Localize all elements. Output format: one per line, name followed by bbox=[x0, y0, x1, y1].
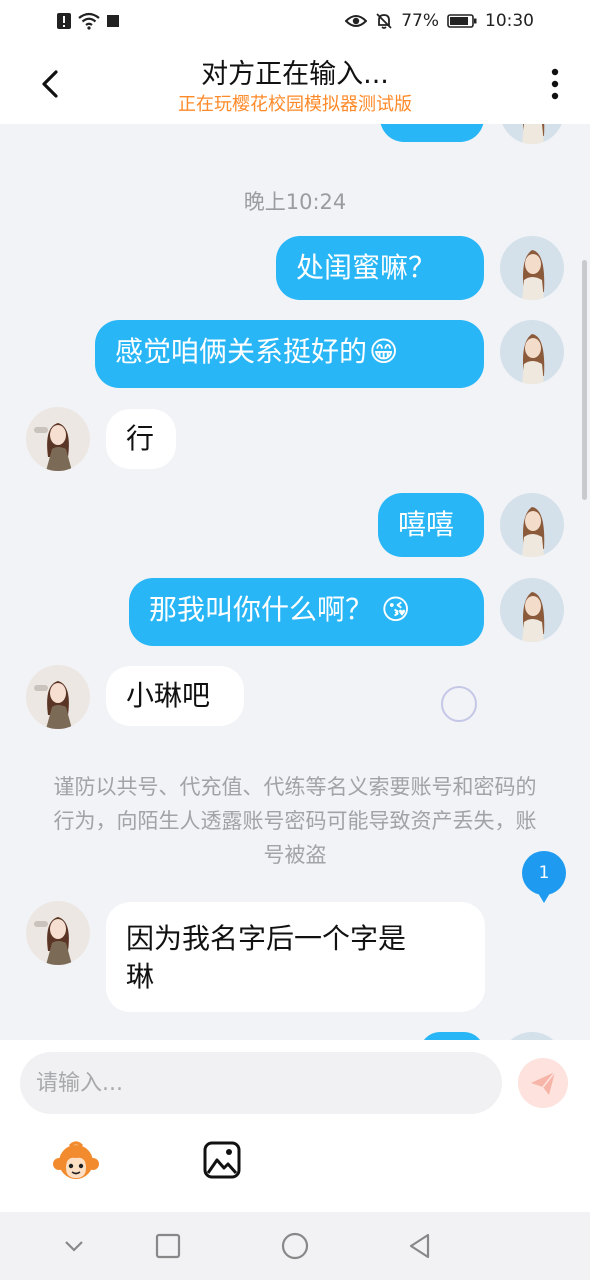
message-bubble-partial bbox=[420, 1032, 484, 1040]
mute-bell-icon bbox=[375, 12, 393, 30]
nav-home-button[interactable] bbox=[277, 1228, 313, 1264]
composer bbox=[0, 1040, 590, 1212]
avatar-me[interactable] bbox=[500, 124, 564, 144]
message-text: 因为我名字后一个字是 bbox=[126, 922, 407, 955]
nav-recents-button[interactable] bbox=[150, 1228, 186, 1264]
message-bubble[interactable]: 感觉咱俩关系挺好的😁 bbox=[95, 320, 484, 388]
alert-sim-icon bbox=[56, 12, 72, 30]
message-text: 琳 bbox=[126, 960, 155, 993]
sticker-button[interactable] bbox=[52, 1140, 99, 1184]
square-icon bbox=[155, 1233, 181, 1259]
more-menu-button[interactable] bbox=[550, 66, 560, 102]
kiss-emoji: 😘 bbox=[381, 593, 411, 626]
more-vertical-icon bbox=[551, 68, 559, 100]
chat-header: 对方正在输入... 正在玩樱花校园模拟器测试版 bbox=[0, 44, 590, 124]
message-text: 小琳吧 bbox=[126, 679, 211, 712]
paper-plane-icon bbox=[531, 1071, 556, 1095]
image-icon bbox=[203, 1141, 241, 1179]
message-bubble[interactable]: 因为我名字后一个字是 琳 bbox=[106, 902, 485, 1012]
triangle-back-icon bbox=[409, 1233, 430, 1259]
system-nav-bar bbox=[0, 1212, 590, 1280]
clock: 10:30 bbox=[485, 11, 534, 31]
page-subtitle: 正在玩樱花校园模拟器测试版 bbox=[178, 94, 412, 115]
message-text: 处闺蜜嘛？ bbox=[296, 251, 437, 284]
nav-back-button[interactable] bbox=[402, 1228, 438, 1264]
avatar-other[interactable] bbox=[26, 665, 90, 729]
avatar-me bbox=[500, 1032, 564, 1040]
image-button[interactable] bbox=[202, 1140, 246, 1184]
scrollbar[interactable] bbox=[582, 260, 587, 500]
monkey-sticker-icon bbox=[53, 1141, 99, 1179]
nav-collapse-button[interactable] bbox=[56, 1228, 92, 1264]
avatar-me[interactable] bbox=[500, 236, 564, 300]
timestamp: 晚上10:24 bbox=[243, 190, 347, 214]
message-bubble[interactable]: 处闺蜜嘛？ bbox=[276, 236, 484, 300]
message-bubble[interactable]: 那我叫你什么啊？ 😘 bbox=[129, 578, 484, 646]
send-button[interactable] bbox=[518, 1058, 568, 1108]
avatar-other[interactable] bbox=[26, 901, 90, 965]
battery-icon bbox=[447, 13, 477, 29]
chevron-down-icon bbox=[65, 1241, 83, 1252]
square-icon bbox=[106, 14, 120, 28]
message-text: 感觉咱俩关系挺好的 bbox=[115, 335, 368, 368]
message-bubble[interactable]: 小琳吧 bbox=[106, 666, 244, 726]
eye-icon bbox=[345, 13, 368, 29]
grin-emoji: 😁 bbox=[369, 335, 399, 368]
page-title: 对方正在输入... bbox=[201, 59, 389, 90]
message-text: 那我叫你什么啊？ bbox=[149, 593, 374, 626]
avatar-me[interactable] bbox=[500, 320, 564, 384]
message-text: 行 bbox=[126, 422, 155, 455]
circle-icon bbox=[281, 1232, 309, 1260]
wifi-icon bbox=[78, 12, 100, 30]
avatar-me[interactable] bbox=[500, 578, 564, 642]
message-text: 嘻嘻 bbox=[398, 508, 455, 541]
avatar-me[interactable] bbox=[500, 493, 564, 557]
unread-badge[interactable]: 1 bbox=[522, 851, 566, 903]
battery-percent: 77% bbox=[401, 11, 439, 31]
chat-area[interactable]: 晚上10:24 处闺蜜嘛？ 感觉咱俩关系挺好的😁 行 嘻嘻 那我叫你什么啊？ 😘 … bbox=[0, 124, 590, 1040]
message-bubble[interactable]: 嘻嘻 bbox=[378, 493, 484, 557]
message-bubble-partial bbox=[380, 124, 484, 142]
avatar-other[interactable] bbox=[26, 407, 90, 471]
security-notice: 谨防以共号、代充值、代练等名义索要账号和密码的行为，向陌生人透露账号密码可能导致… bbox=[53, 775, 537, 867]
message-input[interactable] bbox=[20, 1052, 502, 1114]
loading-circle-icon bbox=[441, 686, 477, 722]
message-bubble[interactable]: 行 bbox=[106, 409, 176, 469]
status-bar: 77% 10:30 bbox=[0, 0, 590, 44]
